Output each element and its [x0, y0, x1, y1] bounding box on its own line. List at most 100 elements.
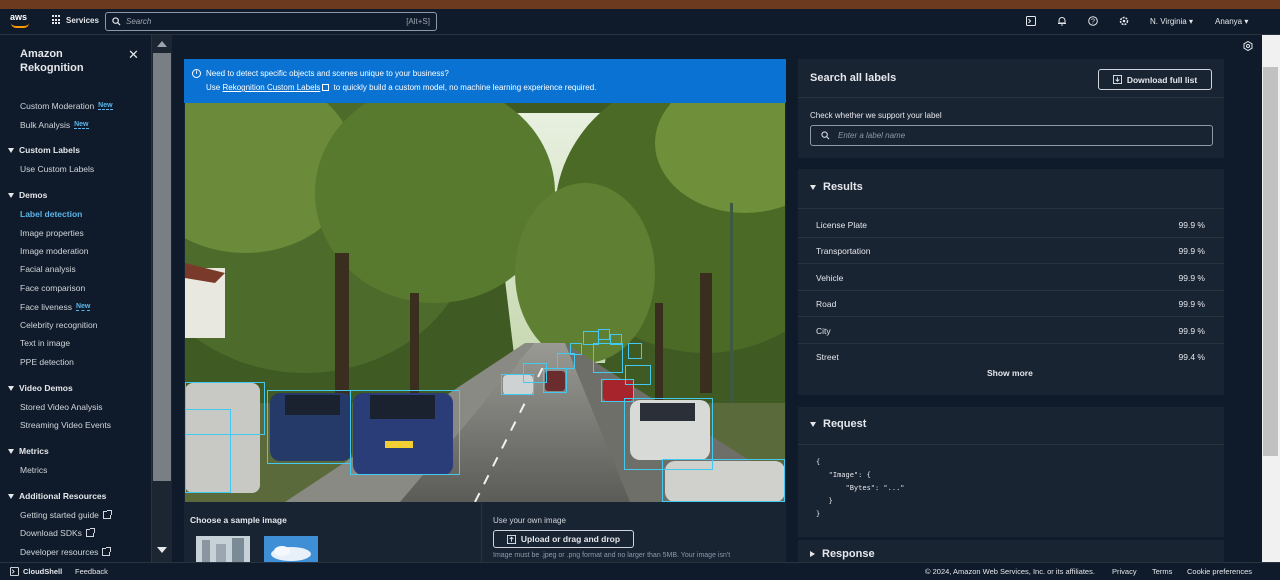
bbox-car[interactable] — [523, 363, 547, 383]
results-header[interactable]: Results — [810, 181, 863, 193]
download-full-list-button[interactable]: Download full list — [1098, 69, 1212, 90]
help-icon[interactable]: ? — [1087, 16, 1098, 27]
services-menu[interactable]: Services — [52, 15, 99, 25]
bbox-car[interactable] — [350, 390, 460, 475]
cloudshell-icon[interactable] — [1025, 16, 1036, 27]
bell-icon[interactable] — [1056, 16, 1067, 27]
result-label: Transportation — [816, 246, 871, 256]
sidebar-scrollbar-thumb[interactable] — [153, 53, 171, 481]
result-label: City — [816, 326, 831, 336]
upload-button[interactable]: Upload or drag and drop — [493, 530, 634, 548]
terms-link[interactable]: Terms — [1152, 567, 1172, 576]
download-icon — [1112, 75, 1122, 84]
request-header[interactable]: Request — [810, 418, 866, 430]
section-custom-labels[interactable]: Custom Labels — [8, 145, 80, 155]
bbox-car[interactable] — [185, 409, 231, 493]
bbox-car[interactable] — [557, 353, 575, 369]
results-title: Results — [823, 181, 863, 193]
feedback-link[interactable]: Feedback — [75, 567, 108, 576]
sidebar-item-celebrity-recognition[interactable]: Celebrity recognition — [20, 320, 97, 330]
sidebar-item-stored-video-analysis[interactable]: Stored Video Analysis — [20, 402, 103, 412]
region-label: N. Virginia — [1150, 17, 1187, 26]
section-title: Video Demos — [19, 383, 73, 393]
privacy-link[interactable]: Privacy — [1112, 567, 1137, 576]
region-selector[interactable]: N. Virginia ▾ — [1150, 17, 1193, 26]
custom-labels-link[interactable]: Rekognition Custom Labels — [222, 83, 320, 92]
sidebar-item-face-liveness[interactable]: Face liveness New — [20, 302, 91, 312]
scroll-down-arrow-icon[interactable] — [157, 547, 167, 553]
sidebar-item-use-custom-labels[interactable]: Use Custom Labels — [20, 164, 94, 174]
section-title: Metrics — [19, 446, 49, 456]
global-search-input[interactable]: Search [Alt+S] — [105, 12, 437, 31]
gear-icon[interactable] — [1118, 16, 1129, 27]
info-line-1: Need to detect specific objects and scen… — [206, 69, 449, 78]
sample-thumbnail — [264, 536, 318, 562]
bbox-car[interactable] — [628, 343, 642, 359]
sample-image-sky[interactable] — [264, 536, 318, 562]
close-icon[interactable]: ✕ — [128, 47, 139, 63]
cookie-preferences-link[interactable]: Cookie preferences — [1187, 567, 1252, 576]
upload-hint: Image must be .jpeg or .png format and n… — [493, 552, 731, 559]
search-placeholder: Search — [126, 17, 152, 26]
upload-icon — [506, 534, 516, 544]
bbox-car[interactable] — [570, 343, 582, 355]
sidebar-item-face-comparison[interactable]: Face comparison — [20, 283, 85, 293]
upload-button-label: Upload or drag and drop — [520, 534, 621, 544]
footer: CloudShell Feedback © 2024, Amazon Web S… — [0, 562, 1280, 580]
show-more-button[interactable]: Show more — [987, 368, 1033, 378]
sidebar-item-label: Face comparison — [20, 283, 86, 293]
sidebar-item-facial-analysis[interactable]: Facial analysis — [20, 264, 76, 274]
check-label-text: Check whether we support your label — [810, 111, 942, 120]
cloudshell-button[interactable]: CloudShell — [10, 567, 62, 576]
sidebar-item-developer-resources[interactable]: Developer resources — [20, 547, 112, 557]
bbox-car[interactable] — [593, 343, 623, 373]
bbox-car[interactable] — [598, 329, 610, 340]
sidebar-item-bulk-analysis[interactable]: Bulk Analysis New — [20, 120, 89, 130]
account-menu[interactable]: Ananya ▾ — [1215, 17, 1248, 26]
bbox-car[interactable] — [583, 331, 599, 345]
section-video-demos[interactable]: Video Demos — [8, 383, 73, 393]
aws-logo[interactable]: aws — [10, 12, 32, 30]
sidebar-item-image-moderation[interactable]: Image moderation — [20, 246, 89, 256]
section-title: Custom Labels — [19, 145, 80, 155]
panel-settings-icon[interactable] — [1243, 40, 1253, 54]
scroll-up-arrow-icon[interactable] — [157, 41, 167, 47]
search-icon — [112, 17, 121, 26]
sample-image-street[interactable] — [196, 536, 250, 562]
sidebar-item-ppe-detection[interactable]: PPE detection — [20, 357, 74, 367]
bbox-car[interactable] — [662, 459, 785, 502]
sidebar-item-label: Facial analysis — [20, 264, 76, 274]
external-link-icon — [85, 528, 95, 537]
sidebar-item-custom-moderation[interactable]: Custom Moderation New — [20, 101, 113, 111]
services-label: Services — [66, 15, 99, 25]
section-title: Additional Resources — [19, 491, 107, 501]
caret-down-icon — [8, 385, 14, 391]
sidebar-item-image-properties[interactable]: Image properties — [20, 228, 84, 238]
bbox-car[interactable] — [267, 390, 351, 464]
section-metrics[interactable]: Metrics — [8, 446, 49, 456]
service-title[interactable]: Amazon Rekognition — [20, 47, 84, 75]
label-search-input[interactable]: Enter a label name — [810, 125, 1213, 146]
caret-down-icon — [8, 147, 14, 153]
sidebar-item-label: PPE detection — [20, 357, 74, 367]
section-additional-resources[interactable]: Additional Resources — [8, 491, 106, 501]
search-labels-title: Search all labels — [810, 72, 897, 84]
page-scrollbar-thumb[interactable] — [1263, 67, 1278, 456]
response-header[interactable]: Response — [810, 548, 875, 560]
sidebar-item-download-sdks[interactable]: Download SDKs — [20, 528, 95, 538]
request-title: Request — [823, 418, 867, 430]
bbox-car[interactable] — [610, 334, 622, 345]
sidebar-item-metrics[interactable]: Metrics — [20, 465, 47, 475]
section-demos[interactable]: Demos — [8, 190, 47, 200]
divider — [798, 97, 1224, 98]
sidebar-item-label-detection[interactable]: Label detection — [20, 209, 82, 219]
new-badge: New — [98, 102, 113, 110]
sidebar-item-text-in-image[interactable]: Text in image — [20, 338, 70, 348]
sidebar-item-streaming-video-events[interactable]: Streaming Video Events — [20, 420, 111, 430]
sidebar-item-getting-started-guide[interactable]: Getting started guide — [20, 510, 112, 520]
search-icon — [821, 131, 830, 140]
cloudshell-icon — [10, 567, 19, 576]
info-alert: i Need to detect specific objects and sc… — [184, 59, 786, 103]
result-label: Street — [816, 352, 839, 362]
bbox-car[interactable] — [625, 365, 651, 385]
